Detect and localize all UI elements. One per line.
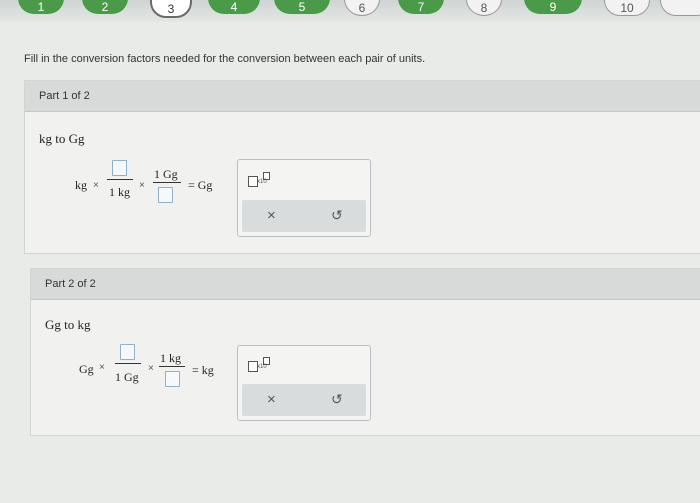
- fraction-bar: [115, 363, 141, 364]
- step-5-button[interactable]: 5: [274, 0, 330, 14]
- times-sign: ×: [93, 180, 99, 191]
- part-1-denominator-2-input[interactable]: [158, 187, 173, 203]
- fraction-bar: [159, 366, 185, 367]
- undo-icon[interactable]: ↺: [331, 207, 343, 224]
- step-1-button[interactable]: 1: [18, 0, 64, 14]
- part-2-numerator-1-input[interactable]: [120, 344, 135, 360]
- step-9-button[interactable]: 9: [524, 0, 582, 14]
- part-2-start-unit: Gg: [79, 362, 94, 376]
- step-10-button[interactable]: 10: [604, 0, 650, 16]
- x-icon[interactable]: ×: [267, 391, 276, 408]
- step-2-button[interactable]: 2: [82, 0, 128, 14]
- part-1-prompt: kg to Gg: [39, 131, 85, 146]
- scientific-notation-icon[interactable]: x10: [248, 172, 272, 187]
- times-sign: ×: [99, 362, 105, 373]
- part-1-panel: Part 1 of 2 kg to Gg kg × 1 kg × 1 Gg = …: [24, 80, 700, 254]
- step-11-button[interactable]: [660, 0, 700, 16]
- part-1-header: Part 1 of 2: [25, 81, 700, 112]
- undo-icon[interactable]: ↺: [331, 391, 343, 408]
- fraction-bar: [153, 182, 181, 183]
- part-1-numerator-2: 1 Gg: [154, 167, 178, 181]
- scientific-notation-icon[interactable]: x10: [248, 357, 272, 372]
- part-2-prompt: Gg to kg: [45, 317, 91, 332]
- step-7-button[interactable]: 7: [398, 0, 444, 14]
- part-2-header-label: Part 2 of 2: [45, 278, 96, 290]
- step-3-button[interactable]: 3: [150, 0, 192, 18]
- step-6-button[interactable]: 6: [344, 0, 380, 16]
- times-sign: ×: [139, 180, 145, 191]
- part-1-start-unit: kg: [75, 178, 87, 192]
- instruction-text: Fill in the conversion factors needed fo…: [24, 53, 426, 65]
- step-4-button[interactable]: 4: [208, 0, 260, 14]
- part-1-action-bar: × ↺: [242, 200, 366, 232]
- part-2-denominator-2-input[interactable]: [165, 371, 180, 387]
- progress-bar: 1 2 3 4 5 6 7 8 9 10: [0, 0, 700, 22]
- times-sign: ×: [148, 363, 154, 374]
- part-1-numerator-1-input[interactable]: [112, 160, 127, 176]
- step-8-button[interactable]: 8: [466, 0, 502, 16]
- part-2-numerator-2: 1 kg: [160, 351, 181, 365]
- part-2-header: Part 2 of 2: [31, 269, 700, 300]
- part-2-result: = kg: [192, 363, 214, 377]
- part-1-denominator-1: 1 kg: [109, 185, 130, 199]
- part-2-answer-panel: x10 × ↺: [237, 345, 371, 421]
- part-2-denominator-1: 1 Gg: [115, 370, 139, 384]
- part-2-panel: Part 2 of 2 Gg to kg Gg × 1 Gg × 1 kg = …: [30, 268, 700, 436]
- x-icon[interactable]: ×: [267, 207, 276, 224]
- part-1-answer-panel: x10 × ↺: [237, 159, 371, 237]
- fraction-bar: [107, 179, 133, 180]
- part-1-result: = Gg: [188, 178, 213, 192]
- part-1-header-label: Part 1 of 2: [39, 90, 90, 102]
- part-2-action-bar: × ↺: [242, 384, 366, 416]
